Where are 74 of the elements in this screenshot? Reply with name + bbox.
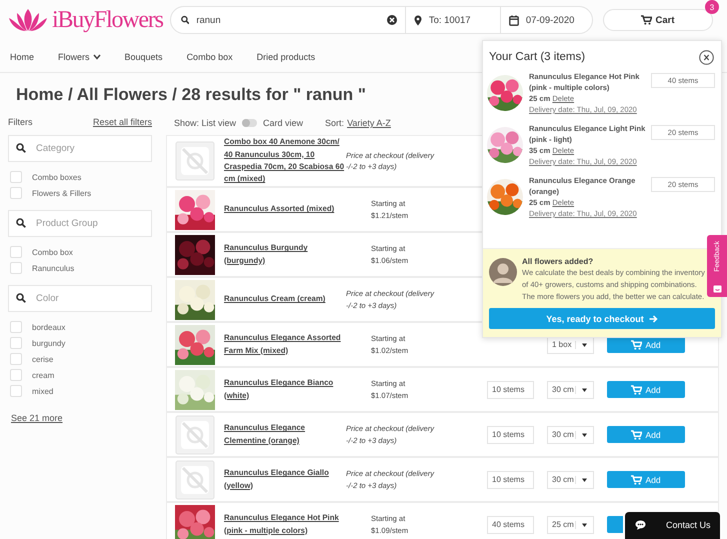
- cart-icon: [641, 15, 652, 25]
- filter-search-field[interactable]: Color: [8, 285, 152, 312]
- nav-link[interactable]: Dried products: [256, 52, 316, 72]
- cart-icon: [631, 474, 642, 484]
- date-field[interactable]: 07-09-2020: [526, 14, 584, 26]
- lotus-logo-icon: [8, 7, 48, 33]
- page-heading: Home / All Flowers / 28 results for " ranun ": [16, 84, 366, 106]
- cart-title: Your Cart (3 items): [489, 51, 586, 63]
- search-icon: [16, 218, 26, 228]
- view-label: Show: List view: [174, 118, 236, 128]
- no-image-icon: [175, 460, 215, 500]
- checkbox[interactable]: [10, 353, 22, 365]
- length-select[interactable]: 30 cm: [547, 470, 594, 488]
- view-toggle[interactable]: [242, 119, 258, 127]
- filters-label: Filters: [8, 117, 32, 129]
- checkbox[interactable]: [10, 246, 22, 258]
- cart-count-badge: 3: [705, 0, 719, 14]
- close-icon[interactable]: [699, 50, 714, 64]
- quantity-field[interactable]: 10 stems: [487, 380, 534, 398]
- add-to-cart-button[interactable]: [607, 516, 623, 533]
- nav-link[interactable]: Flowers: [58, 52, 101, 72]
- brand-name: iBuyFlowers: [52, 6, 163, 34]
- contact-button[interactable]: Contact Us: [625, 512, 720, 539]
- sort-label: Sort:: [325, 118, 344, 128]
- filter-option-label: Combo box: [32, 248, 73, 256]
- filter-search-field[interactable]: Product Group: [8, 210, 152, 237]
- length-select[interactable]: 25 cm: [547, 516, 594, 534]
- avatar: [489, 258, 517, 286]
- no-image-icon: [175, 141, 215, 181]
- cart-icon: [631, 430, 642, 440]
- view-label: Card view: [263, 118, 304, 128]
- length-select[interactable]: 30 cm: [547, 426, 594, 444]
- filter-option-label: Combo boxes: [32, 172, 82, 182]
- cart-icon: [631, 340, 642, 350]
- checkbox[interactable]: [10, 385, 22, 397]
- search-icon: [16, 143, 26, 153]
- filter-option-label: Flowers & Fillers: [32, 188, 92, 198]
- sort-link[interactable]: Variety A-Z: [347, 118, 391, 128]
- calendar-icon: [508, 14, 519, 26]
- nav-link[interactable]: Bouquets: [124, 52, 163, 72]
- quantity-field[interactable]: 10 stems: [487, 426, 534, 444]
- filter-option-label: cerise: [32, 354, 54, 364]
- checkbox[interactable]: [10, 321, 22, 333]
- search-icon: [180, 15, 190, 25]
- length-select[interactable]: 30 cm: [547, 380, 594, 398]
- quantity-field[interactable]: 40 stems: [487, 516, 534, 534]
- reset-filters-link[interactable]: Reset all filters: [92, 117, 152, 129]
- checkbox[interactable]: [10, 171, 22, 183]
- filter-option-label: Ranunculus: [32, 264, 74, 272]
- feedback-icon: [712, 285, 722, 293]
- arrow-right-icon: [648, 314, 658, 322]
- filter-search-field[interactable]: Category: [8, 135, 152, 162]
- filter-option-label: bordeaux: [32, 322, 66, 332]
- checkbox[interactable]: [10, 369, 22, 381]
- advice-title: All flowers added?: [522, 256, 594, 267]
- filter-option-label: mixed: [32, 386, 54, 396]
- filter-option-label: cream: [32, 370, 54, 380]
- nav-link[interactable]: Home: [10, 52, 34, 72]
- cart-icon: [631, 384, 642, 394]
- quantity-field[interactable]: 10 stems: [487, 470, 534, 488]
- clear-icon[interactable]: [386, 15, 397, 25]
- location-pin-icon: [414, 14, 422, 26]
- see-more-link[interactable]: See 21 more: [11, 413, 63, 423]
- checkbox[interactable]: [10, 337, 22, 349]
- cart-button[interactable]: Cart: [603, 9, 713, 31]
- filter-option-label: burgundy: [32, 338, 66, 348]
- chat-icon: [635, 520, 646, 530]
- checkbox[interactable]: [10, 262, 22, 274]
- no-image-icon: [175, 414, 215, 454]
- checkbox[interactable]: [10, 187, 22, 199]
- nav-link[interactable]: Combo box: [186, 52, 233, 72]
- search-icon: [16, 293, 26, 303]
- search-field[interactable]: ranun: [196, 14, 380, 26]
- zip-field[interactable]: To: 10017: [428, 14, 492, 26]
